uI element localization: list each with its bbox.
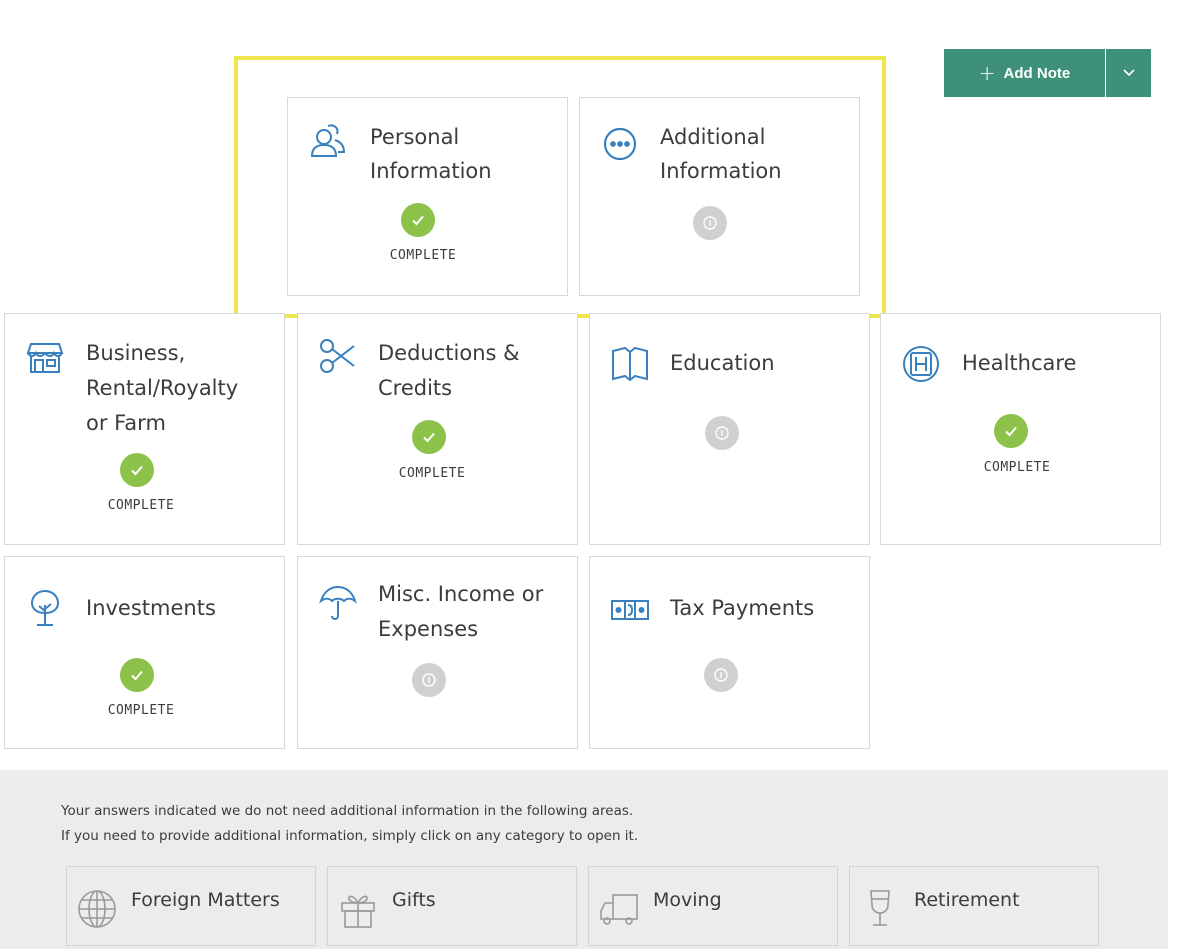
tile-title-line: Expenses [378, 617, 479, 641]
status-text: COMPLETE [983, 460, 1051, 475]
complete-check-icon [412, 420, 446, 454]
tile-healthcare[interactable]: Healthcare COMPLETE [880, 313, 1161, 545]
tile-title-line: Tax Payments [670, 596, 815, 620]
add-note-dropdown-button[interactable] [1106, 49, 1151, 97]
wine-glass-icon [858, 887, 902, 931]
umbrella-icon [318, 583, 358, 623]
chevron-down-icon [1122, 69, 1135, 77]
category-label: Moving [653, 889, 722, 911]
tile-title-line: Credits [378, 376, 453, 400]
tile-personal-information[interactable]: Personal Information COMPLETE [287, 97, 568, 296]
category-label: Retirement [914, 889, 1020, 911]
tile-title-line: Deductions & [378, 341, 520, 365]
tile-misc-income-expenses[interactable]: Misc. Income or Expenses [297, 556, 578, 749]
category-foreign-matters[interactable]: Foreign Matters [66, 866, 316, 946]
tile-title: Tax Payments [670, 591, 857, 626]
tile-title-line: Information [660, 159, 782, 183]
category-retirement[interactable]: Retirement [849, 866, 1099, 946]
tile-title-line: Information [370, 159, 492, 183]
tile-title: Healthcare [962, 346, 1148, 381]
add-note-button-group: + Add Note [944, 49, 1151, 97]
category-gifts[interactable]: Gifts [327, 866, 577, 946]
tile-title-line: Personal [370, 125, 460, 149]
tile-title: Misc. Income or Expenses [378, 577, 565, 647]
tile-deductions-credits[interactable]: Deductions & Credits COMPLETE [297, 313, 578, 545]
complete-check-icon [120, 658, 154, 692]
tile-title-line: Additional [660, 125, 766, 149]
status-text: COMPLETE [107, 703, 175, 718]
tile-title: Deductions & Credits [378, 336, 565, 406]
tile-education[interactable]: Education [589, 313, 870, 545]
tile-title: Additional Information [660, 120, 847, 188]
pending-info-icon [412, 663, 446, 697]
complete-check-icon [994, 414, 1028, 448]
tree-icon [25, 587, 65, 627]
tile-investments[interactable]: Investments COMPLETE [4, 556, 285, 749]
pending-info-icon [705, 416, 739, 450]
tile-title-line: Business, [86, 341, 186, 365]
globe-icon [75, 887, 119, 931]
complete-check-icon [120, 453, 154, 487]
book-icon [610, 344, 650, 384]
tile-title: Personal Information [370, 120, 555, 188]
panel-note-line1: Your answers indicated we do not need ad… [61, 803, 634, 819]
plus-icon: + [978, 61, 996, 85]
storefront-icon [25, 336, 65, 376]
pending-info-icon [704, 658, 738, 692]
users-icon [308, 120, 348, 160]
more-circle-icon [600, 120, 640, 161]
truck-icon [597, 887, 641, 931]
add-note-button[interactable]: + Add Note [944, 49, 1105, 97]
complete-check-icon [401, 203, 435, 237]
tile-title-line: Education [670, 351, 775, 375]
status-text: COMPLETE [107, 498, 175, 513]
category-moving[interactable]: Moving [588, 866, 838, 946]
tile-tax-payments[interactable]: Tax Payments [589, 556, 870, 749]
tile-title: Business, Rental/Royalty or Farm [86, 336, 272, 441]
hospital-icon [901, 344, 941, 384]
tile-title-line: Misc. Income or [378, 582, 544, 606]
tile-title-line: Healthcare [962, 351, 1077, 375]
tile-additional-information[interactable]: Additional Information [579, 97, 860, 296]
panel-note-line2: If you need to provide additional inform… [61, 828, 639, 844]
add-note-label: Add Note [1003, 64, 1071, 82]
scissors-icon [318, 336, 358, 376]
tile-business-rental-royalty-farm[interactable]: Business, Rental/Royalty or Farm COMPLET… [4, 313, 285, 545]
tile-title: Education [670, 346, 857, 381]
tile-title-line: Investments [86, 596, 216, 620]
tile-title-line: Rental/Royalty [86, 376, 239, 400]
tile-title-line: or Farm [86, 411, 166, 435]
status-text: COMPLETE [389, 248, 457, 263]
pending-info-icon [693, 206, 727, 240]
tile-title: Investments [86, 591, 272, 626]
category-label: Gifts [392, 889, 436, 911]
gift-icon [336, 887, 380, 931]
status-text: COMPLETE [398, 466, 466, 481]
category-label: Foreign Matters [131, 889, 280, 911]
money-icon [610, 589, 650, 629]
